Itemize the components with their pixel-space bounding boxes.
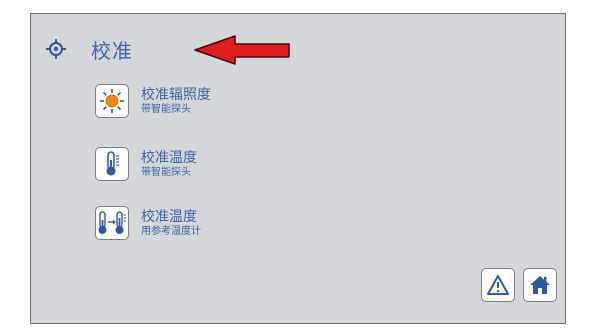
calibrate-temperature-reference-item[interactable]: 校准温度 用参考温度计 bbox=[95, 206, 201, 240]
calibrate-irradiance-button[interactable] bbox=[95, 84, 129, 118]
red-arrow bbox=[194, 35, 290, 65]
calibration-screen: 校准 校准辐照度 带智能探头 校准温度 带智能探头 校准温度 用参考温度计 bbox=[30, 13, 566, 324]
home-icon bbox=[530, 276, 550, 294]
target-icon bbox=[46, 39, 66, 59]
calibrate-irradiance-item[interactable]: 校准辐照度 带智能探头 bbox=[95, 84, 211, 118]
item-subtitle: 用参考温度计 bbox=[141, 225, 201, 237]
item-title: 校准辐照度 bbox=[141, 86, 211, 103]
header: 校准 bbox=[45, 32, 133, 66]
sun-icon bbox=[100, 89, 124, 113]
warning-button[interactable] bbox=[481, 268, 515, 302]
calibrate-temperature-probe-button[interactable] bbox=[95, 147, 129, 181]
thermometer-compare-icon bbox=[98, 211, 126, 234]
item-title: 校准温度 bbox=[141, 208, 197, 225]
calibrate-temperature-probe-item[interactable]: 校准温度 带智能探头 bbox=[95, 147, 197, 181]
item-subtitle: 带智能探头 bbox=[141, 166, 191, 178]
calibrate-temperature-reference-button[interactable] bbox=[95, 206, 129, 240]
warning-icon bbox=[487, 275, 509, 295]
home-button[interactable] bbox=[523, 268, 557, 302]
thermometer-icon bbox=[106, 151, 119, 176]
item-subtitle: 带智能探头 bbox=[141, 103, 191, 115]
page-title: 校准 bbox=[91, 38, 133, 63]
item-title: 校准温度 bbox=[141, 149, 197, 166]
